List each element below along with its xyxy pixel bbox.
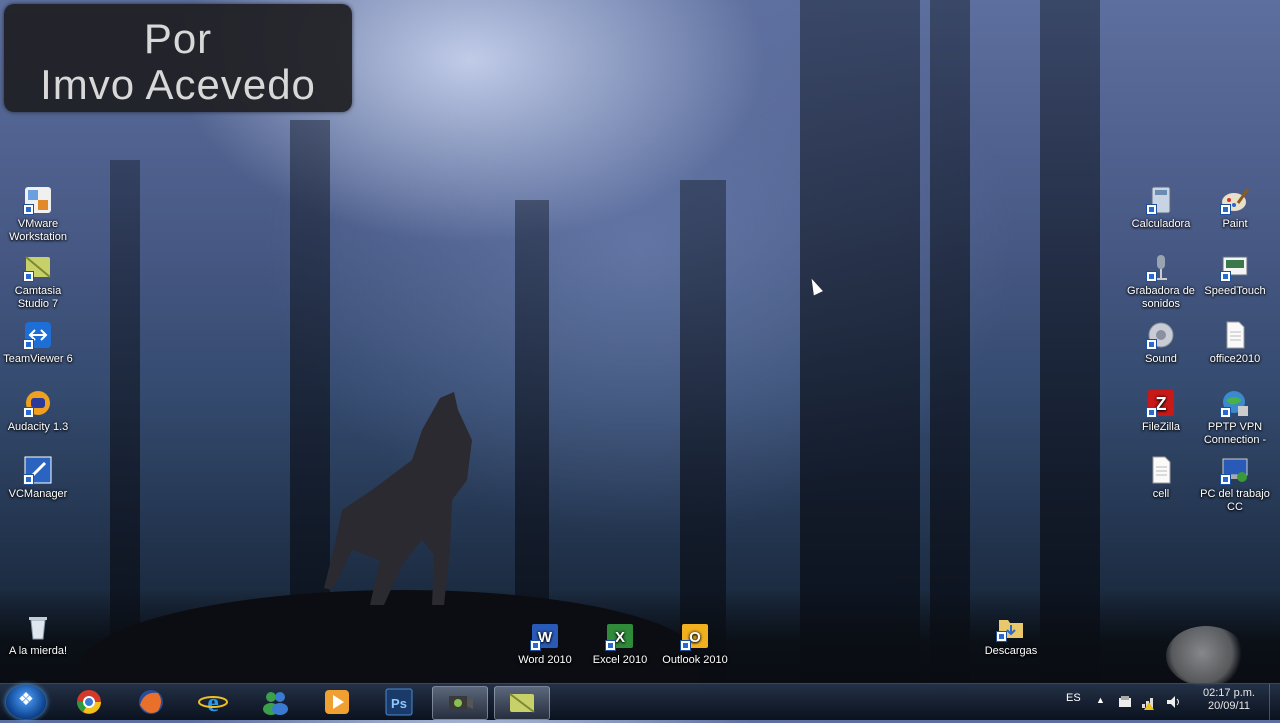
desktop-icon-label: Paint [1222,218,1248,230]
desktop-icon-vmware[interactable]: VMware Workstation [0,185,76,244]
taskbar-media-player[interactable] [310,686,364,718]
messenger-icon [263,692,288,715]
desktop-icon-label: Audacity 1.3 [7,421,69,433]
desktop-icon-calculadora[interactable]: Calculadora [1123,185,1199,231]
show-desktop-button[interactable] [1269,684,1280,720]
taskbar-camtasia-studio[interactable] [494,686,550,720]
desktop-icon-teamviewer[interactable]: TeamViewer 6 [0,320,76,366]
clock-time: 02:17 p.m. [1203,687,1255,699]
watermark-logo [1166,626,1246,686]
desktop-icon-label: PC del trabajo CC [1200,488,1270,513]
desktop-icon-label: Camtasia Studio 7 [14,285,62,310]
taskbar-photoshop[interactable]: Ps [372,686,426,718]
desktop-icon-sound[interactable]: Sound [1123,320,1199,366]
desktop-icon-label: VMware Workstation [9,218,67,243]
start-button[interactable] [6,685,46,719]
camtasia-recorder-icon [449,696,473,710]
desktop-icon-pc-trabajo[interactable]: PC del trabajo CC [1197,455,1273,514]
taskbar-camtasia-recorder[interactable] [432,686,488,720]
firefox-icon [139,690,163,714]
desktop-icon-label: TeamViewer 6 [3,353,73,365]
calculator-icon [1146,185,1176,215]
file-icon [1220,320,1250,350]
desktop-icon-label: VCManager [8,488,68,500]
network-icon[interactable] [1140,694,1156,710]
outlook-icon: O [680,621,710,651]
internet-explorer-icon: e [198,688,228,717]
taskbar-firefox[interactable] [124,686,178,718]
photoshop-icon: Ps [385,688,413,716]
camtasia-studio-icon [509,693,535,713]
wolf-silhouette [324,392,472,605]
teamviewer-icon [23,320,53,350]
desktop-icon-word[interactable]: W Word 2010 [507,621,583,667]
desktop-icon-recycle-bin[interactable]: A la mierda! [0,612,76,658]
taskbar-internet-explorer[interactable]: e [186,686,240,718]
desktop-icon-label: Grabadora de sonidos [1127,285,1195,310]
svg-text:e: e [207,688,219,717]
show-hidden-icons-button[interactable]: ▲ [1096,695,1105,705]
file-icon [1146,455,1176,485]
desktop-icon-outlook[interactable]: O Outlook 2010 [657,621,733,667]
paint-icon [1220,185,1250,215]
desktop-icon-label: Calculadora [1131,218,1191,230]
action-center-icon[interactable] [1118,695,1132,709]
desktop-icon-label: Excel 2010 [592,654,648,666]
desktop-icon-cell[interactable]: cell [1123,455,1199,501]
vmware-icon [23,185,53,215]
photoshop-label: Ps [391,696,407,711]
sound-recorder-icon [1146,252,1176,282]
excel-icon: X [605,621,635,651]
chrome-icon [77,690,101,714]
clock-date: 20/09/11 [1207,700,1250,712]
desktop-icon-office2010[interactable]: office2010 [1197,320,1273,366]
language-indicator[interactable]: ES [1066,692,1081,704]
desktop-icon-label: Descargas [984,645,1038,657]
desktop-icon-excel[interactable]: X Excel 2010 [582,621,658,667]
vpn-icon [1220,388,1250,418]
watermark-line-1: Por [143,15,213,62]
sound-icon [1146,320,1176,350]
desktop-icon-speedtouch[interactable]: SpeedTouch [1197,252,1273,298]
svg-text:Z: Z [1156,394,1167,414]
taskbar: e Ps ES ▲ 02:17 p.m. 20/09/11 [0,683,1280,720]
watermark-line-2: Imvo Acevedo [40,61,316,108]
desktop-icon-label: cell [1152,488,1170,500]
vcmanager-icon [23,455,53,485]
speedtouch-icon [1220,252,1250,282]
desktop-icon-label: PPTP VPN Connection - [1203,421,1267,446]
taskbar-chrome[interactable] [62,686,116,718]
desktop-icon-label: SpeedTouch [1204,285,1266,297]
author-watermark: Por Imvo Acevedo [4,4,352,112]
desktop-icon-pptp-vpn[interactable]: PPTP VPN Connection - [1197,388,1273,447]
desktop-icon-label: Outlook 2010 [662,654,728,666]
remote-desktop-icon [1220,455,1250,485]
media-player-icon [325,690,349,714]
desktop-icon-grabadora[interactable]: Grabadora de sonidos [1123,252,1199,311]
taskbar-messenger[interactable] [248,686,302,718]
desktop-icon-paint[interactable]: Paint [1197,185,1273,231]
word-icon: W [530,621,560,651]
svg-text:X: X [615,629,625,646]
system-clock[interactable]: 02:17 p.m. 20/09/11 [1198,687,1260,713]
desktop-icon-label: Sound [1145,353,1177,365]
desktop-icon-audacity[interactable]: Audacity 1.3 [0,388,76,434]
desktop-icon-descargas[interactable]: Descargas [973,612,1049,658]
filezilla-icon: Z [1146,388,1176,418]
desktop-icon-label: FileZilla [1142,421,1180,433]
desktop-icon-label: A la mierda! [8,645,68,657]
volume-icon[interactable] [1165,694,1181,710]
desktop-icon-filezilla[interactable]: Z FileZilla [1123,388,1199,434]
downloads-folder-icon [996,612,1026,642]
desktop-icon-label: office2010 [1209,353,1261,365]
camtasia-icon [23,252,53,282]
desktop-icon-label: Word 2010 [518,654,572,666]
desktop-icon-camtasia[interactable]: Camtasia Studio 7 [0,252,76,311]
desktop-icon-vcmanager[interactable]: VCManager [0,455,76,501]
recycle-bin-icon [23,612,53,642]
audacity-icon [23,388,53,418]
